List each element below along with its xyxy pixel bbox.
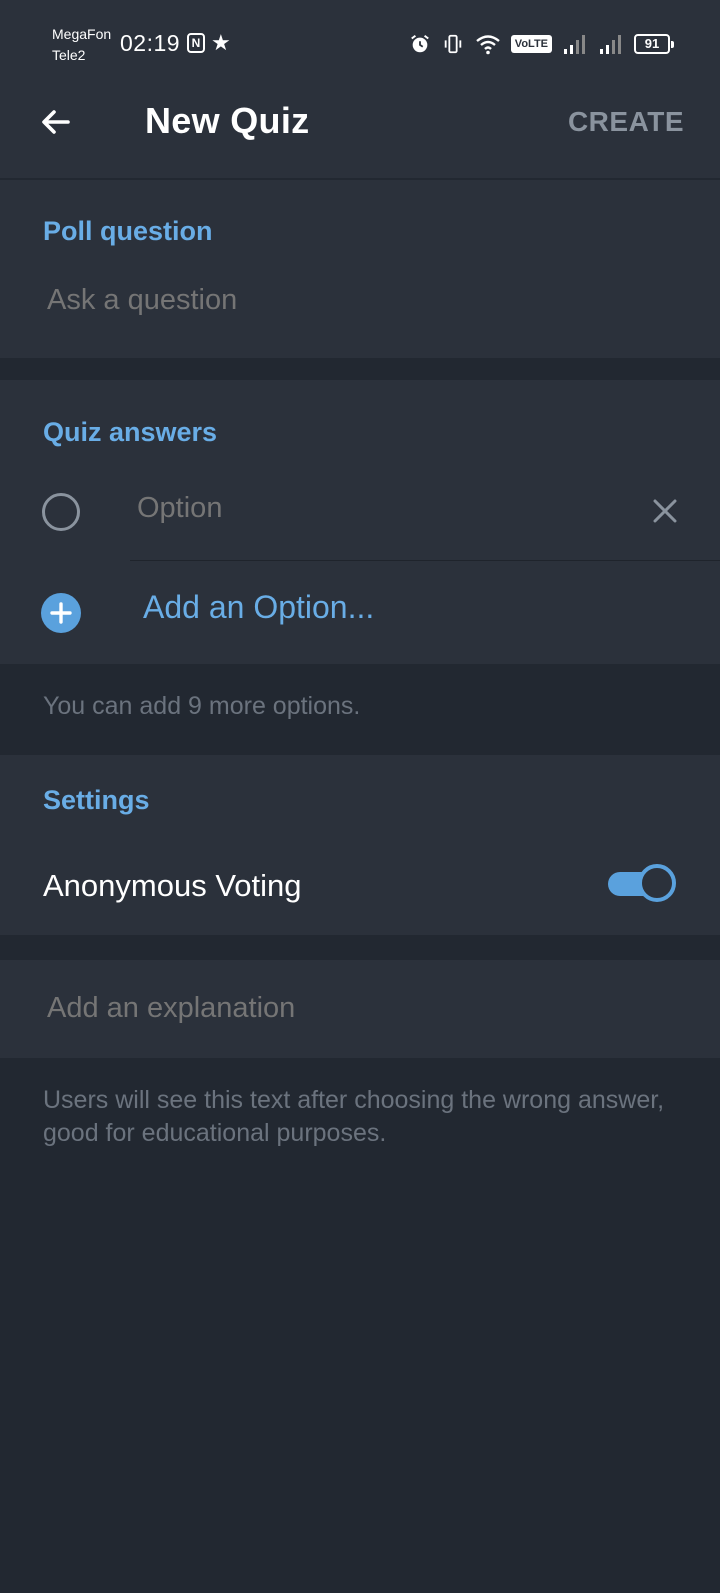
poll-question-card: Poll question (0, 180, 720, 358)
status-time: 02:19 (120, 30, 181, 56)
add-option-link[interactable]: Add an Option... (143, 589, 374, 626)
vibrate-icon (444, 34, 462, 54)
anonymous-voting-toggle[interactable] (608, 864, 676, 902)
alarm-icon (410, 34, 429, 53)
volte-icon: VoLTE (510, 35, 552, 53)
page-title: New Quiz (145, 100, 310, 141)
explanation-hint: Users will see this text after choosing … (43, 1086, 665, 1147)
carrier-primary: MegaFon (52, 26, 112, 42)
settings-card: Settings Anonymous Voting (0, 755, 720, 935)
signal-icon-2 (600, 35, 621, 54)
options-remaining-hint: You can add 9 more options. (43, 692, 361, 720)
app-bar: New Quiz CREATE (0, 86, 720, 178)
question-input[interactable] (47, 284, 667, 317)
quiz-answers-header: Quiz answers (43, 417, 218, 447)
toggle-knob (638, 864, 676, 902)
nfc-icon: N (187, 33, 205, 53)
explanation-input[interactable] (47, 992, 667, 1025)
option-input[interactable] (137, 492, 597, 525)
status-bar: MegaFon Tele2 02:19 N ★ VoLTE 91 (0, 0, 720, 86)
status-icons: VoLTE 91 (409, 32, 674, 56)
create-button[interactable]: CREATE (568, 106, 684, 138)
arrow-left-icon[interactable] (38, 104, 74, 140)
option-divider (130, 560, 720, 561)
star-icon: ★ (211, 30, 231, 55)
poll-question-header: Poll question (43, 216, 213, 246)
wifi-icon (476, 35, 500, 55)
settings-header: Settings (43, 785, 150, 815)
close-icon[interactable] (648, 494, 682, 528)
explanation-card (0, 960, 720, 1058)
plus-circle-icon[interactable] (41, 593, 81, 633)
carrier-secondary: Tele2 (52, 47, 86, 63)
quiz-answers-card: Quiz answers Add an Option... (0, 380, 720, 664)
anonymous-voting-label: Anonymous Voting (43, 868, 302, 903)
battery-icon: 91 (634, 34, 674, 54)
radio-unchecked-icon[interactable] (42, 493, 80, 531)
new-quiz-screen: MegaFon Tele2 02:19 N ★ VoLTE 91 New Qui… (0, 0, 720, 1593)
signal-icon (564, 35, 585, 54)
